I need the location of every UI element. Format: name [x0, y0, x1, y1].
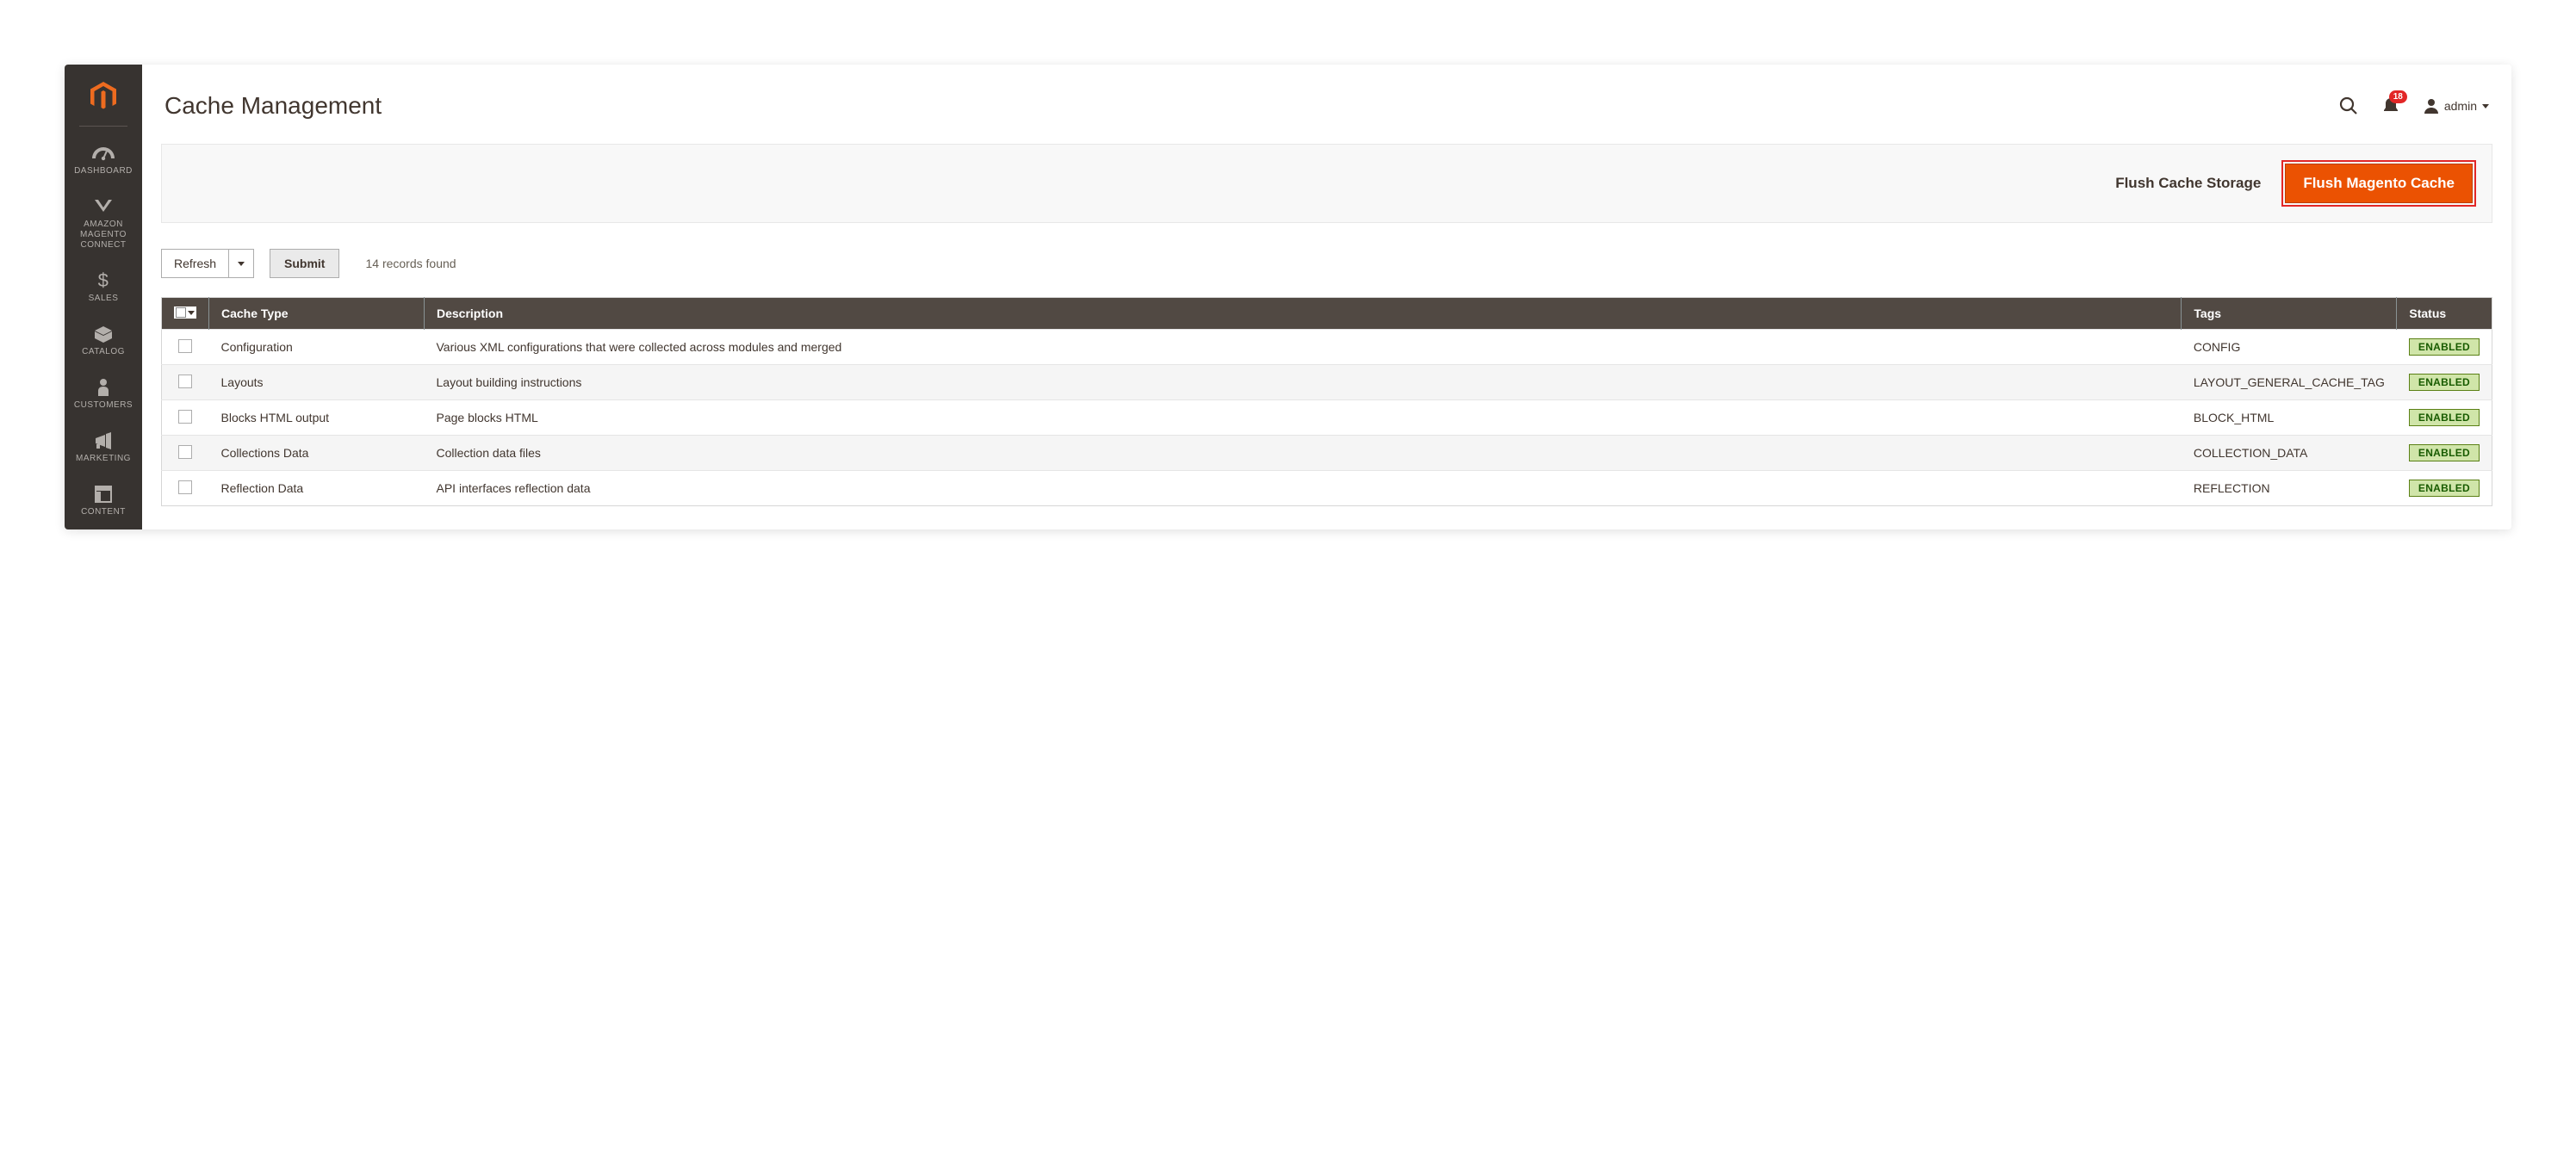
dollar-icon: $: [68, 271, 139, 290]
checkbox-icon: [176, 307, 186, 318]
status-badge: ENABLED: [2409, 444, 2480, 461]
user-icon: [2424, 98, 2439, 114]
nav-label: CATALOG: [68, 347, 139, 357]
chevron-down-icon: [188, 311, 195, 315]
user-menu[interactable]: admin: [2424, 98, 2489, 114]
grid-toolbar: Refresh Submit 14 records found: [161, 249, 2492, 278]
mass-action-caret[interactable]: [228, 250, 253, 277]
status-badge: ENABLED: [2409, 374, 2480, 391]
amazon-connect-icon: [93, 197, 114, 216]
sidebar-divider: [79, 126, 127, 127]
nav-label: MARKETING: [68, 454, 139, 464]
flush-cache-storage-button[interactable]: Flush Cache Storage: [2115, 175, 2261, 192]
page-action-bar: Flush Cache Storage Flush Magento Cache: [161, 144, 2492, 223]
status-badge: ENABLED: [2409, 338, 2480, 356]
row-checkbox[interactable]: [178, 375, 192, 388]
table-row[interactable]: ConfigurationVarious XML configurations …: [162, 330, 2492, 365]
person-icon: [96, 378, 111, 397]
cell-description: Page blocks HTML: [425, 400, 2182, 436]
cell-description: Various XML configurations that were col…: [425, 330, 2182, 365]
row-checkbox[interactable]: [178, 339, 192, 353]
cell-status: ENABLED: [2397, 365, 2492, 400]
cell-status: ENABLED: [2397, 436, 2492, 471]
magento-logo[interactable]: [90, 73, 116, 126]
cell-status: ENABLED: [2397, 330, 2492, 365]
table-row[interactable]: Reflection DataAPI interfaces reflection…: [162, 471, 2492, 506]
select-all-toggle[interactable]: [174, 306, 196, 319]
cache-grid: Cache Type Description Tags Status Confi…: [161, 297, 2492, 506]
cell-description: Layout building instructions: [425, 365, 2182, 400]
status-badge: ENABLED: [2409, 480, 2480, 497]
flush-magento-cache-highlight: Flush Magento Cache: [2281, 160, 2476, 207]
main-content: Cache Management 18: [142, 65, 2511, 529]
page-title: Cache Management: [164, 92, 382, 120]
layout-icon: [94, 485, 113, 504]
column-header-select: [162, 298, 209, 330]
magento-logo-icon: [90, 82, 116, 111]
mass-action-select[interactable]: Refresh: [161, 249, 254, 278]
cell-tags: CONFIG: [2182, 330, 2397, 365]
column-header-cache-type[interactable]: Cache Type: [209, 298, 425, 330]
nav-label: CONTENT: [68, 507, 139, 517]
cell-tags: COLLECTION_DATA: [2182, 436, 2397, 471]
cell-cache-type: Blocks HTML output: [209, 400, 425, 436]
mass-action-value: Refresh: [162, 250, 228, 277]
cell-tags: REFLECTION: [2182, 471, 2397, 506]
user-name: admin: [2444, 99, 2477, 113]
cell-tags: BLOCK_HTML: [2182, 400, 2397, 436]
chevron-down-icon: [238, 262, 245, 266]
cell-cache-type: Layouts: [209, 365, 425, 400]
sidebar-item-customers[interactable]: CUSTOMERS: [65, 369, 142, 423]
admin-sidebar: DASHBOARD AMAZON MAGENTO CONNECT $ SALES…: [65, 65, 142, 529]
row-checkbox[interactable]: [178, 445, 192, 459]
nav-label: CUSTOMERS: [68, 400, 139, 411]
header-actions: 18 admin: [2339, 96, 2489, 115]
nav-label: AMAZON MAGENTO CONNECT: [68, 220, 139, 251]
notification-badge: 18: [2389, 90, 2407, 103]
table-row[interactable]: LayoutsLayout building instructionsLAYOU…: [162, 365, 2492, 400]
notifications-button[interactable]: 18: [2382, 96, 2399, 115]
search-button[interactable]: [2339, 96, 2358, 115]
column-header-status[interactable]: Status: [2397, 298, 2492, 330]
column-header-tags[interactable]: Tags: [2182, 298, 2397, 330]
sidebar-item-content[interactable]: CONTENT: [65, 476, 142, 529]
sidebar-item-catalog[interactable]: CATALOG: [65, 316, 142, 369]
cell-status: ENABLED: [2397, 471, 2492, 506]
column-header-description[interactable]: Description: [425, 298, 2182, 330]
cell-cache-type: Reflection Data: [209, 471, 425, 506]
cell-description: Collection data files: [425, 436, 2182, 471]
sidebar-item-amazon-connect[interactable]: AMAZON MAGENTO CONNECT: [65, 189, 142, 263]
cell-status: ENABLED: [2397, 400, 2492, 436]
search-icon: [2339, 96, 2358, 115]
cell-cache-type: Collections Data: [209, 436, 425, 471]
cell-tags: LAYOUT_GENERAL_CACHE_TAG: [2182, 365, 2397, 400]
megaphone-icon: [93, 431, 114, 450]
nav-label: DASHBOARD: [68, 166, 139, 176]
submit-button[interactable]: Submit: [270, 249, 339, 278]
records-found-label: 14 records found: [365, 257, 456, 270]
cell-description: API interfaces reflection data: [425, 471, 2182, 506]
sidebar-item-marketing[interactable]: MARKETING: [65, 423, 142, 476]
cell-cache-type: Configuration: [209, 330, 425, 365]
status-badge: ENABLED: [2409, 409, 2480, 426]
page-header: Cache Management 18: [161, 65, 2492, 144]
chevron-down-icon: [2482, 104, 2489, 108]
row-checkbox[interactable]: [178, 480, 192, 494]
row-checkbox[interactable]: [178, 410, 192, 424]
sidebar-item-sales[interactable]: $ SALES: [65, 263, 142, 316]
box-icon: [93, 325, 114, 344]
flush-magento-cache-button[interactable]: Flush Magento Cache: [2285, 164, 2473, 203]
nav-label: SALES: [68, 294, 139, 304]
gauge-icon: [92, 144, 115, 163]
table-row[interactable]: Collections DataCollection data filesCOL…: [162, 436, 2492, 471]
table-row[interactable]: Blocks HTML outputPage blocks HTMLBLOCK_…: [162, 400, 2492, 436]
sidebar-item-dashboard[interactable]: DASHBOARD: [65, 135, 142, 189]
app-frame: DASHBOARD AMAZON MAGENTO CONNECT $ SALES…: [65, 65, 2511, 529]
